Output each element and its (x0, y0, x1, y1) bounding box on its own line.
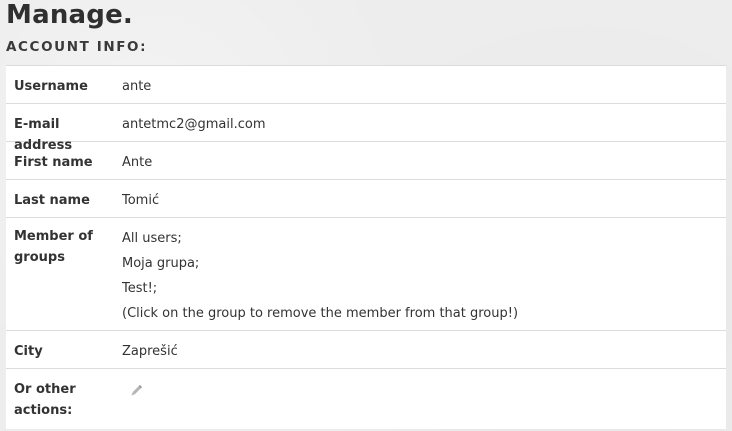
row-groups: Member of groups All users; Moja grupa; … (6, 218, 726, 331)
first-name-value: Ante (122, 155, 153, 170)
username-label: Username (14, 79, 88, 94)
row-username: Username ante (6, 66, 726, 104)
row-email: E-mail address antetmc2@gmail.com (6, 104, 726, 153)
section-title: ACCOUNT INFO: (6, 39, 148, 55)
groups-value: All users; Moja grupa; Test!; (Click on … (114, 218, 726, 330)
group-link-moja-grupa[interactable]: Moja grupa; (122, 251, 726, 276)
page-title: Manage. (6, 0, 133, 30)
group-link-test[interactable]: Test!; (122, 276, 726, 301)
email-label: E-mail address (14, 117, 73, 153)
last-name-value: Tomić (122, 193, 160, 208)
email-value: antetmc2@gmail.com (122, 117, 266, 132)
username-value: ante (122, 79, 152, 94)
row-city: City Zaprešić (6, 331, 726, 369)
actions-value (114, 369, 726, 429)
actions-label: Or other actions: (14, 382, 76, 418)
row-first-name: First name Ante (6, 142, 726, 180)
city-value: Zaprešić (122, 344, 178, 359)
last-name-label: Last name (14, 193, 90, 208)
account-info-table: Username ante E-mail address antetmc2@gm… (6, 65, 726, 429)
row-actions: Or other actions: (6, 369, 726, 429)
first-name-label: First name (14, 155, 93, 170)
groups-note: (Click on the group to remove the member… (122, 306, 519, 321)
city-label: City (14, 344, 43, 359)
row-last-name: Last name Tomić (6, 180, 726, 218)
group-link-all-users[interactable]: All users; (122, 226, 726, 251)
groups-label: Member of groups (14, 229, 93, 265)
pencil-icon[interactable] (128, 383, 144, 406)
